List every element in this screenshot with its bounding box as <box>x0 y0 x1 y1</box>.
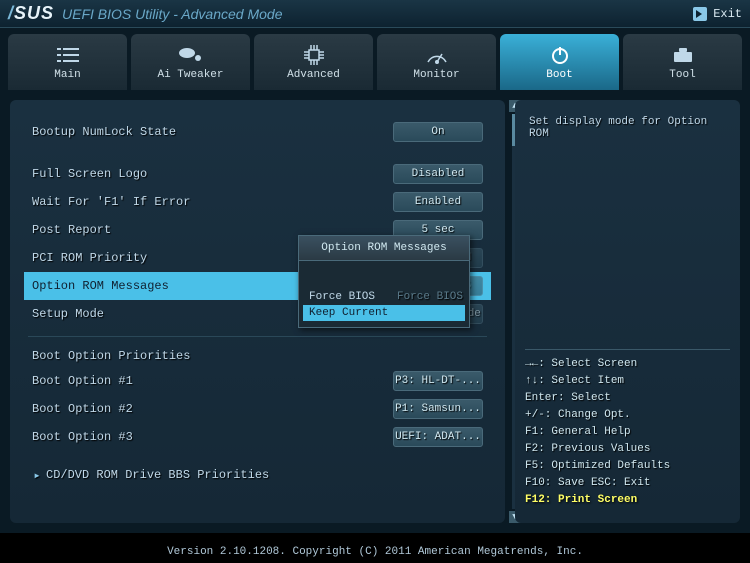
help-keys: →←: Select Screen ↑↓: Select Item Enter:… <box>525 343 730 509</box>
dropdown-title: Option ROM Messages <box>299 236 469 261</box>
help-description: Set display mode for Option ROM <box>525 114 730 142</box>
tab-monitor[interactable]: Monitor <box>377 34 496 90</box>
value-button[interactable]: On <box>393 122 483 142</box>
setting-label: Full Screen Logo <box>32 167 393 181</box>
setting-label: Bootup NumLock State <box>32 125 393 139</box>
title-bar: /SUS UEFI BIOS Utility - Advanced Mode E… <box>0 0 750 28</box>
tab-label: Monitor <box>413 69 459 81</box>
row-boot-option-3[interactable]: Boot Option #3 UEFI: ADAT... <box>24 423 491 451</box>
tab-label: Boot <box>546 69 572 81</box>
tab-advanced[interactable]: Advanced <box>254 34 373 90</box>
tab-label: Advanced <box>287 69 340 81</box>
chip-icon <box>304 43 324 67</box>
setting-label: Wait For 'F1' If Error <box>32 195 393 209</box>
row-wait-f1[interactable]: Wait For 'F1' If Error Enabled <box>24 188 491 216</box>
tab-bar: Main Ai Tweaker Advanced Monitor Boot To… <box>0 28 750 90</box>
app-title: UEFI BIOS Utility - Advanced Mode <box>62 6 282 22</box>
help-key-line: F2: Previous Values <box>525 441 730 458</box>
value-button[interactable]: Disabled <box>393 164 483 184</box>
dropdown-option-force-bios[interactable]: Force BIOS <box>303 289 465 305</box>
help-key-line: Enter: Select <box>525 390 730 407</box>
row-boot-option-2[interactable]: Boot Option #2 P1: Samsun... <box>24 395 491 423</box>
option-rom-dropdown: Option ROM Messages Force BIOS Force BIO… <box>298 235 470 328</box>
dropdown-option-keep-current[interactable]: Keep Current <box>303 305 465 321</box>
row-boot-option-1[interactable]: Boot Option #1 P3: HL-DT-... <box>24 367 491 395</box>
content-area: Bootup NumLock State On Full Screen Logo… <box>0 90 750 533</box>
help-key-line: F1: General Help <box>525 424 730 441</box>
boot-priorities-header: Boot Option Priorities <box>24 345 491 367</box>
tab-label: Tool <box>669 69 695 81</box>
tab-label: Ai Tweaker <box>157 69 223 81</box>
tab-boot[interactable]: Boot <box>500 34 619 90</box>
help-key-line: +/-: Change Opt. <box>525 407 730 424</box>
tab-label: Main <box>54 69 80 81</box>
footer-version: Version 2.10.1208. Copyright (C) 2011 Am… <box>0 541 750 563</box>
help-key-line: F10: Save ESC: Exit <box>525 475 730 492</box>
help-panel: Set display mode for Option ROM →←: Sele… <box>515 100 740 523</box>
exit-icon <box>693 7 707 21</box>
tweak-icon <box>178 43 204 67</box>
help-key-line: →←: Select Screen <box>525 356 730 373</box>
row-full-screen-logo[interactable]: Full Screen Logo Disabled <box>24 160 491 188</box>
toolbox-icon <box>672 43 694 67</box>
help-key-line: F5: Optimized Defaults <box>525 458 730 475</box>
bbs-label: CD/DVD ROM Drive BBS Priorities <box>46 468 269 482</box>
setting-label: Boot Option #2 <box>32 402 393 416</box>
help-key-line-highlight: F12: Print Screen <box>525 492 730 509</box>
divider <box>28 336 487 337</box>
row-bootup-numlock[interactable]: Bootup NumLock State On <box>24 118 491 146</box>
settings-panel: Bootup NumLock State On Full Screen Logo… <box>10 100 505 523</box>
tab-ai-tweaker[interactable]: Ai Tweaker <box>131 34 250 90</box>
value-button[interactable]: P3: HL-DT-... <box>393 371 483 391</box>
chevron-right-icon: ▸ <box>32 468 42 483</box>
setting-label: Boot Option #3 <box>32 430 393 444</box>
tab-main[interactable]: Main <box>8 34 127 90</box>
list-icon <box>57 43 79 67</box>
asus-logo: /SUS <box>8 3 54 24</box>
power-icon <box>550 43 570 67</box>
setting-label: Boot Option #1 <box>32 374 393 388</box>
tab-tool[interactable]: Tool <box>623 34 742 90</box>
exit-button[interactable]: Exit <box>693 7 742 21</box>
value-button[interactable]: UEFI: ADAT... <box>393 427 483 447</box>
gauge-icon <box>426 43 448 67</box>
help-key-line: ↑↓: Select Item <box>525 373 730 390</box>
exit-label: Exit <box>713 7 742 21</box>
bbs-priorities-link[interactable]: ▸ CD/DVD ROM Drive BBS Priorities <box>24 463 491 487</box>
value-button[interactable]: P1: Samsun... <box>393 399 483 419</box>
divider <box>525 349 730 350</box>
value-button[interactable]: Enabled <box>393 192 483 212</box>
